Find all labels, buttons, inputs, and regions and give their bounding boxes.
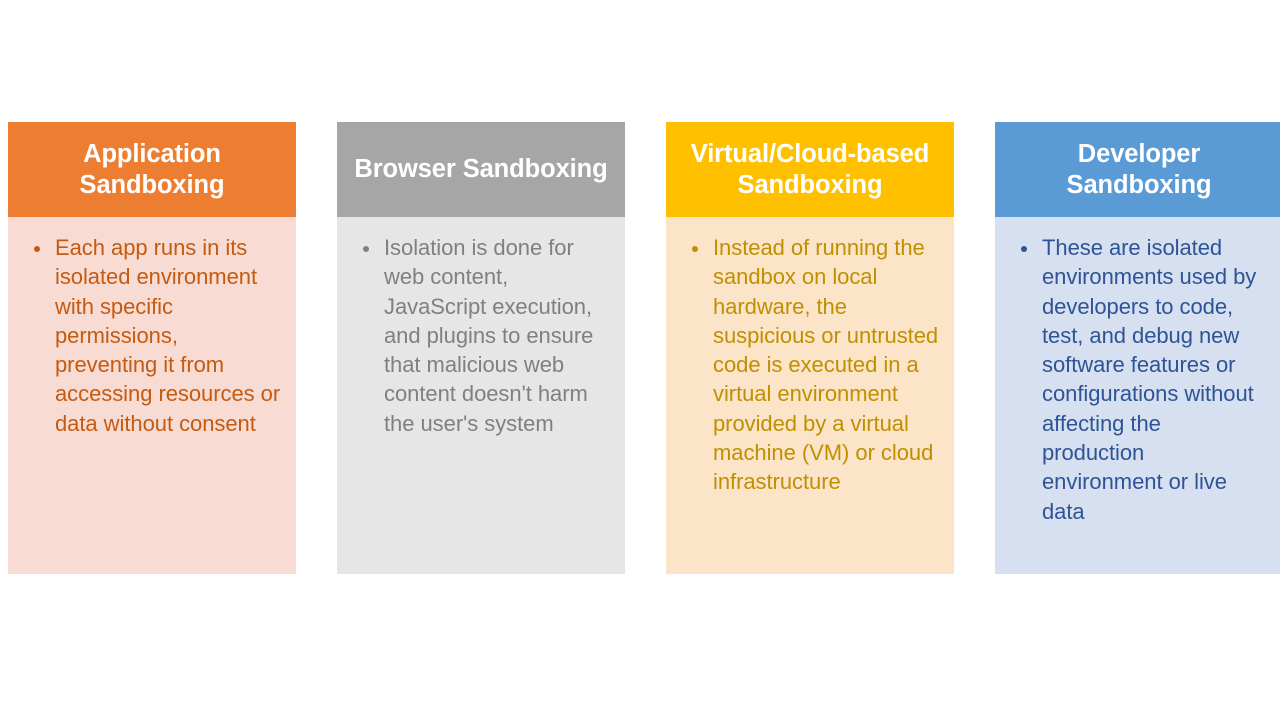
card-body-virtual-cloud-based-sandboxing: Instead of running the sandbox on local … bbox=[666, 217, 954, 574]
bullet-list-virtual-cloud-based-sandboxing: Instead of running the sandbox on local … bbox=[680, 233, 940, 497]
bullet-dot-icon bbox=[34, 245, 40, 252]
card-body-application-sandboxing: Each app runs in its isolated environmen… bbox=[8, 217, 296, 574]
card-application-sandboxing[interactable]: Application Sandboxing Each app runs in … bbox=[8, 122, 296, 574]
card-browser-sandboxing[interactable]: Browser Sandboxing Isolation is done for… bbox=[337, 122, 625, 574]
bullet-dot-icon bbox=[1021, 245, 1027, 252]
card-body-browser-sandboxing: Isolation is done for web content, JavaS… bbox=[337, 217, 625, 574]
list-item: Each app runs in its isolated environmen… bbox=[22, 233, 282, 438]
bullet-dot-icon bbox=[692, 245, 698, 252]
bullet-dot-icon bbox=[363, 245, 369, 252]
bullet-text: Instead of running the sandbox on local … bbox=[713, 235, 939, 495]
card-virtual-cloud-based-sandboxing[interactable]: Virtual/Cloud-based Sandboxing Instead o… bbox=[666, 122, 954, 574]
card-title-application-sandboxing: Application Sandboxing bbox=[79, 140, 225, 199]
card-developer-sandboxing[interactable]: Developer Sandboxing These are isolated … bbox=[995, 122, 1280, 574]
card-header-virtual-cloud-based-sandboxing: Virtual/Cloud-based Sandboxing bbox=[666, 122, 954, 217]
bullet-text: Each app runs in its isolated environmen… bbox=[55, 235, 281, 436]
bullet-list-application-sandboxing: Each app runs in its isolated environmen… bbox=[22, 233, 282, 438]
card-title-virtual-cloud-based-sandboxing: Virtual/Cloud-based Sandboxing bbox=[690, 140, 930, 199]
bullet-text: These are isolated environments used by … bbox=[1042, 235, 1257, 524]
card-header-developer-sandboxing: Developer Sandboxing bbox=[995, 122, 1280, 217]
bullet-list-browser-sandboxing: Isolation is done for web content, JavaS… bbox=[351, 233, 611, 438]
card-body-developer-sandboxing: These are isolated environments used by … bbox=[995, 217, 1280, 574]
sandboxing-types-card-row: Application Sandboxing Each app runs in … bbox=[8, 122, 1280, 574]
card-header-application-sandboxing: Application Sandboxing bbox=[8, 122, 296, 217]
bullet-text: Isolation is done for web content, JavaS… bbox=[384, 235, 594, 436]
list-item: These are isolated environments used by … bbox=[1009, 233, 1269, 526]
card-title-browser-sandboxing: Browser Sandboxing bbox=[354, 155, 608, 184]
card-header-browser-sandboxing: Browser Sandboxing bbox=[337, 122, 625, 217]
list-item: Instead of running the sandbox on local … bbox=[680, 233, 940, 497]
card-title-developer-sandboxing: Developer Sandboxing bbox=[1066, 140, 1212, 199]
list-item: Isolation is done for web content, JavaS… bbox=[351, 233, 611, 438]
slide-canvas: Application Sandboxing Each app runs in … bbox=[0, 0, 1280, 720]
bullet-list-developer-sandboxing: These are isolated environments used by … bbox=[1009, 233, 1269, 526]
